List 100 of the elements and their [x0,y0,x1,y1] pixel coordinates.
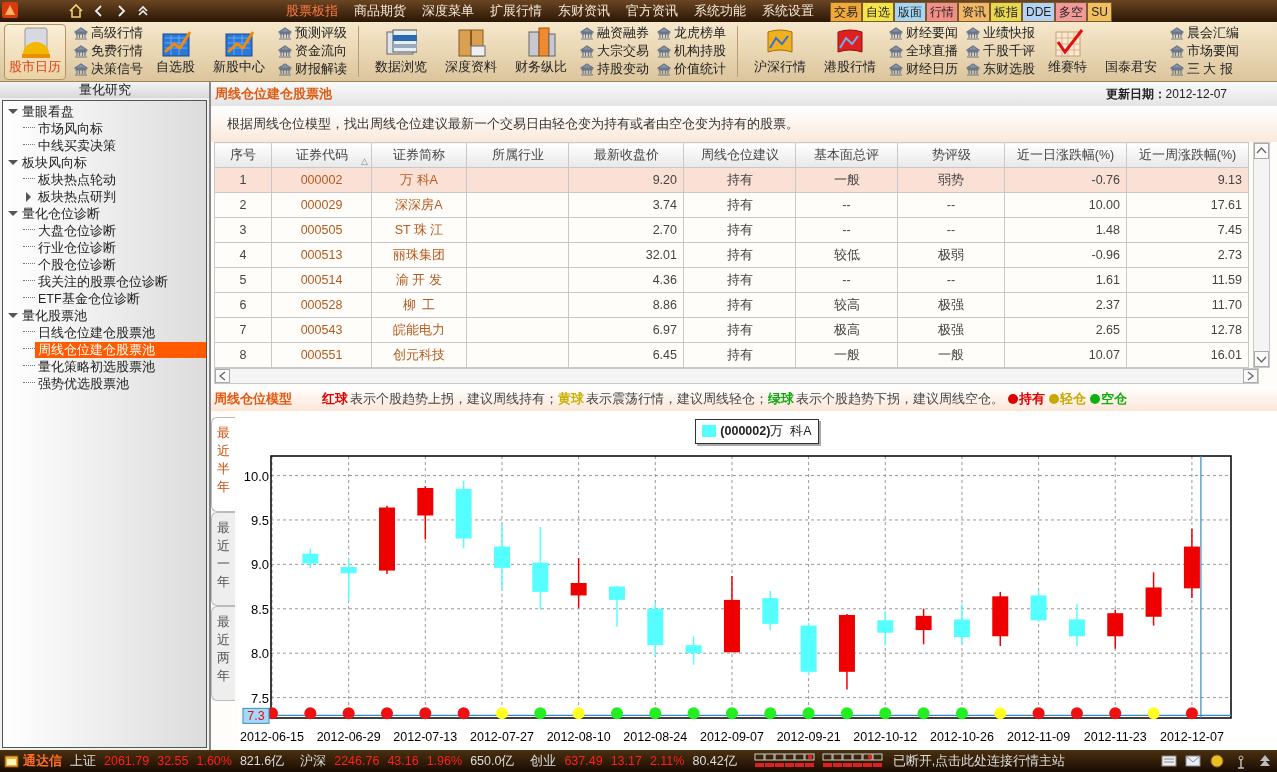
table-cell: 极弱 [897,242,1005,268]
column-header[interactable]: 周线仓位建议 [683,142,796,168]
toolbar-link[interactable]: 市场要闻 [1170,43,1239,60]
toolbar-button[interactable]: 深度资料 [440,24,502,80]
toolbar-button[interactable]: 财务纵比 [510,24,572,80]
quick-tab[interactable]: 交易 [830,2,862,22]
column-header[interactable]: 最新收盘价 [568,142,684,168]
tree-item[interactable]: 量眼看盘 [19,103,77,120]
toolbar-link[interactable]: 融资融券 [580,25,649,42]
vertical-scrollbar[interactable] [1253,142,1270,368]
menu-item[interactable]: 商品期货 [346,0,414,22]
range-tab[interactable]: 最近一年 [211,511,235,606]
tree-item[interactable]: 中线买卖决策 [35,137,119,154]
column-header[interactable]: 证券简称 [371,142,467,168]
toolbar-button[interactable]: 港股行情 [819,24,881,80]
tree-item[interactable]: 板块风向标 [19,154,90,171]
menu-item[interactable]: 扩展行情 [482,0,550,22]
tree-item[interactable]: 强势优选股票池 [35,375,132,392]
column-header[interactable]: 证券代码 △ [271,142,372,168]
tree-item[interactable]: 板块热点研判 [35,188,119,205]
menu-item[interactable]: 系统功能 [686,0,754,22]
toolbar-link[interactable]: 持股变动 [580,61,649,78]
toolbar-link[interactable]: 免费行情 [74,43,143,60]
horizontal-scrollbar[interactable] [214,368,1259,384]
quick-tab[interactable]: DDE [1022,2,1056,22]
toolbar-link[interactable]: 价值统计 [657,61,726,78]
toolbar-link[interactable]: 机构持股 [657,43,726,60]
column-header[interactable]: 近一日涨跌幅(%) [1004,142,1127,168]
toolbar-link[interactable]: 预测评级 [278,25,347,42]
toolbar-link[interactable]: 高级行情 [74,25,143,42]
coin-icon[interactable] [1209,753,1225,769]
tree-item[interactable]: 大盘仓位诊断 [35,222,119,239]
table-row[interactable]: 4 000513 丽珠集团 32.01 持有 较低 极弱 -0.96 2.73 [214,242,1249,268]
menu-item[interactable]: 东财资讯 [550,0,618,22]
menu-item[interactable]: 系统设置 [754,0,822,22]
toolbar-button[interactable]: 数据浏览 [370,24,432,80]
range-tab[interactable]: 最近半年 [211,417,235,512]
column-header[interactable]: 序号 [214,142,272,168]
tree-item[interactable]: 日线仓位建仓股票池 [35,324,158,341]
quick-tab[interactable]: 资讯 [958,2,990,22]
table-row[interactable]: 2 000029 深深房A 3.74 持有 -- -- 10.00 17.61 [214,192,1249,218]
toolbar-button[interactable]: 国泰君安 [1100,24,1162,80]
toolbar-button[interactable]: 自选股 [151,24,200,80]
app-icon[interactable] [4,753,19,769]
column-header[interactable]: 基本面总评 [795,142,898,168]
tree-item[interactable]: 量化仓位诊断 [19,205,103,222]
tree-item[interactable]: ETF基金仓位诊断 [35,290,143,307]
scroll-up-button[interactable] [1254,143,1269,159]
toolbar-button[interactable]: 维赛特 [1043,24,1092,80]
menu-item[interactable]: 深度菜单 [414,0,482,22]
table-row[interactable]: 8 000551 创元科技 6.45 持有 一般 一般 10.07 16.01 [214,342,1249,368]
toolbar-button[interactable]: 沪深行情 [749,24,811,80]
table-row[interactable]: 3 000505 ST 珠 江 2.70 持有 -- -- 1.48 7.45 [214,217,1249,243]
toolbar-link[interactable]: 全球直播 [889,43,958,60]
tree-item[interactable]: 市场风向标 [35,120,106,137]
menu-item[interactable]: 股票板指 [278,0,346,22]
scroll-down-button[interactable] [1254,351,1269,367]
scroll-left-button[interactable] [215,369,230,383]
toolbar-link[interactable]: 晨会汇编 [1170,25,1239,42]
tree-item[interactable]: 板块热点轮动 [35,171,119,188]
mail-icon[interactable] [1185,753,1201,769]
toolbar-link[interactable]: 龙虎榜单 [657,25,726,42]
menu-item[interactable]: 官方资讯 [618,0,686,22]
tree-item[interactable]: 行业仓位诊断 [35,239,119,256]
connection-status[interactable]: 已断开,点击此处连接行情主站 [892,751,1066,771]
app-name: 通达信 [23,752,62,770]
toolbar-link[interactable]: 业绩快报 [966,25,1035,42]
toolbar-link[interactable]: 财报解读 [278,61,347,78]
table-row[interactable]: 6 000528 柳 工 8.86 持有 较高 极强 2.37 11.70 [214,292,1249,318]
tree-item[interactable]: 量化股票池 [19,307,90,324]
table-row[interactable]: 1 000002 万 科A 9.20 持有 一般 弱势 -0.76 9.13 [214,167,1249,193]
column-header[interactable]: 所属行业 [466,142,569,168]
scroll-right-button[interactable] [1243,369,1258,383]
tree-item[interactable]: 我关注的股票仓位诊断 [35,273,171,290]
tree-item[interactable]: 个股仓位诊断 [35,256,119,273]
tree-item[interactable]: 量化策略初选股票池 [35,358,158,375]
column-header[interactable]: 势评级 [897,142,1005,168]
range-tab[interactable]: 最近两年 [211,606,235,701]
quick-tab[interactable]: 板指 [990,2,1022,22]
table-row[interactable]: 5 000514 渝 开 发 4.36 持有 -- -- 1.61 11.59 [214,267,1249,293]
home-icon[interactable] [68,3,84,19]
toolbar-link[interactable]: 千股千评 [966,43,1035,60]
toolbar-link[interactable]: 东财选股 [966,61,1035,78]
app-logo-icon[interactable] [0,0,20,20]
table-cell: 弱势 [897,167,1005,193]
toolbar-link[interactable]: 大宗交易 [580,43,649,60]
toolbar-link[interactable]: 财经要闻 [889,25,958,42]
quick-tab[interactable]: 自选 [862,2,894,22]
toolbar-button[interactable]: 新股中心 [208,24,270,80]
quick-tab[interactable]: 多空 [1055,2,1088,22]
toolbar-link[interactable]: 决策信号 [74,61,143,78]
column-header[interactable]: 近一周涨跌幅(%) [1126,142,1249,168]
toolbar-link[interactable]: 财经日历 [889,61,958,78]
table-row[interactable]: 7 000543 皖能电力 6.97 持有 极高 极强 2.65 12.78 [214,317,1249,343]
quick-tab[interactable]: SU [1087,2,1112,22]
quick-tab[interactable]: 行情 [926,2,958,22]
toolbar-link[interactable]: 三 大 报 [1170,61,1239,78]
quick-tab[interactable]: 版面 [894,2,926,22]
toolbar-link[interactable]: 资金流向 [278,43,347,60]
document-icon[interactable] [1161,753,1177,769]
